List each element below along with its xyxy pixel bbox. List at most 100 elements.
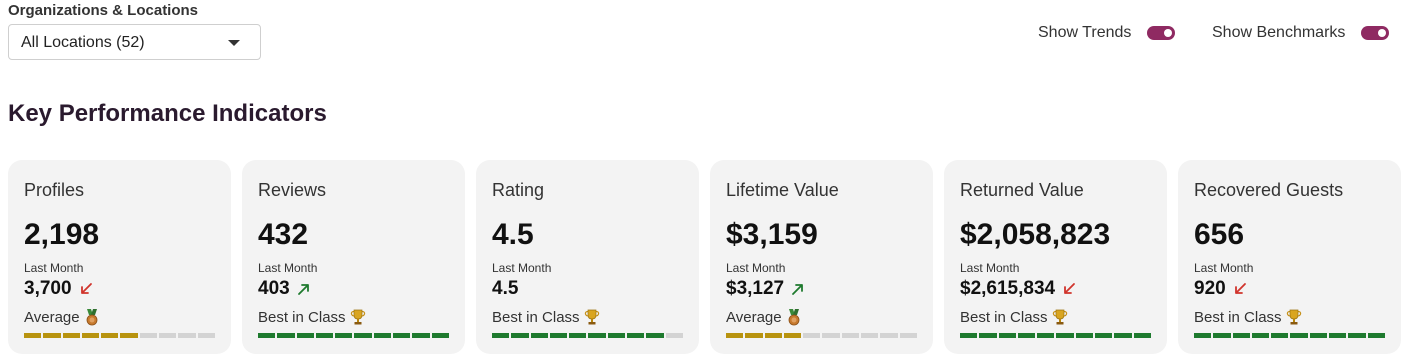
kpi-card: Rating 4.5 Last Month 4.5 Best in Class: [476, 160, 699, 354]
progress-segment: [588, 333, 606, 338]
benchmark-row: Best in Class: [492, 308, 600, 326]
benchmark-label: Best in Class: [492, 308, 580, 326]
progress-segment: [646, 333, 664, 338]
progress-segment: [745, 333, 763, 338]
progress-segment: [354, 333, 372, 338]
last-month-row: $3,127: [726, 278, 806, 300]
progress-segment: [1309, 333, 1328, 338]
kpi-card-title: Profiles: [24, 180, 85, 200]
progress-segment: [627, 333, 645, 338]
trophy-icon: [1052, 309, 1067, 325]
progress-segment: [1232, 333, 1250, 338]
show-trends-toggle[interactable]: [1147, 26, 1176, 40]
progress-segment: [511, 333, 529, 338]
trend-up-arrow-icon: [297, 284, 309, 295]
benchmark-label: Average: [24, 308, 80, 326]
progress-segment: [24, 333, 42, 338]
progress-segment: [43, 333, 61, 338]
progress-segment: [315, 333, 334, 338]
progress-segment: [783, 333, 802, 338]
trend-down-arrow-icon: [80, 283, 92, 294]
section-title: Key Performance Indicators: [8, 100, 327, 127]
progress-segment: [197, 333, 215, 338]
benchmark-progress-bar: [1194, 333, 1385, 338]
benchmark-progress-bar: [960, 333, 1151, 338]
kpi-card-value: 2,198: [24, 218, 100, 251]
progress-segment: [841, 333, 860, 338]
progress-segment: [492, 333, 510, 338]
last-month-value: 403: [258, 278, 290, 299]
progress-segment: [1367, 333, 1385, 338]
kpi-card-title: Returned Value: [960, 180, 1084, 200]
progress-segment: [569, 333, 587, 338]
filter-label: Organizations & Locations: [8, 2, 199, 19]
show-trends-label: Show Trends: [1038, 24, 1132, 41]
kpi-card-value: $2,058,823: [960, 218, 1111, 251]
kpi-card: Reviews 432 Last Month 403 Best in Class: [242, 160, 465, 354]
progress-segment: [530, 333, 548, 338]
kpi-card: Profiles 2,198 Last Month 3,700 Average: [8, 160, 231, 354]
last-month-label: Last Month: [24, 261, 84, 275]
progress-segment: [764, 333, 782, 338]
show-benchmarks-label: Show Benchmarks: [1212, 24, 1346, 41]
toggle-knob: [1164, 29, 1173, 37]
progress-segment: [803, 333, 821, 338]
progress-segment: [1290, 333, 1308, 338]
kpi-card: Lifetime Value $3,159 Last Month $3,127 Aver…: [710, 160, 933, 354]
last-month-row: 4.5: [492, 278, 518, 300]
benchmark-row: Best in Class: [258, 308, 366, 326]
progress-segment: [899, 333, 917, 338]
show-benchmarks-toggle-group[interactable]: Show Benchmarks: [1212, 22, 1390, 44]
benchmark-row: Best in Class: [960, 308, 1068, 326]
progress-segment: [998, 333, 1016, 338]
benchmark-progress-bar: [492, 333, 683, 338]
show-benchmarks-toggle[interactable]: [1361, 26, 1390, 40]
progress-segment: [1251, 333, 1270, 338]
progress-segment: [1348, 333, 1366, 338]
progress-segment: [1095, 333, 1113, 338]
progress-segment: [822, 333, 840, 338]
trophy-icon: [1286, 309, 1301, 325]
benchmark-row: Average: [24, 308, 100, 326]
kpi-card-title: Lifetime Value: [726, 180, 839, 200]
kpi-card-title: Recovered Guests: [1194, 180, 1344, 200]
progress-segment: [607, 333, 626, 338]
progress-segment: [139, 333, 158, 338]
kpi-card-value: 656: [1194, 218, 1245, 251]
last-month-value: 3,700: [24, 278, 72, 299]
last-month-row: 403: [258, 278, 312, 300]
progress-segment: [412, 333, 430, 338]
last-month-value: $2,615,834: [960, 278, 1056, 299]
progress-segment: [258, 333, 276, 338]
progress-segment: [1017, 333, 1036, 338]
benchmark-progress-bar: [24, 333, 215, 338]
benchmark-label: Best in Class: [1194, 308, 1282, 326]
progress-segment: [1114, 333, 1132, 338]
progress-segment: [277, 333, 295, 338]
show-trends-toggle-group[interactable]: Show Trends: [1038, 22, 1176, 44]
kpi-cards: Profiles 2,198 Last Month 3,700 Average Revie…: [8, 160, 1401, 354]
progress-segment: [101, 333, 119, 338]
progress-segment: [861, 333, 879, 338]
location-select[interactable]: All Locations (52): [8, 24, 261, 60]
trend-down-arrow-icon: [1234, 283, 1246, 294]
last-month-value: 920: [1194, 278, 1226, 299]
progress-segment: [1037, 333, 1055, 338]
kpi-card: Returned Value $2,058,823 Last Month $2,615…: [944, 160, 1167, 354]
progress-segment: [726, 333, 744, 338]
last-month-row: $2,615,834: [960, 278, 1077, 300]
kpi-card-title: Reviews: [258, 180, 327, 200]
progress-segment: [159, 333, 177, 338]
progress-segment: [549, 333, 568, 338]
trophy-icon: [584, 309, 599, 325]
location-select-value: All Locations (52): [21, 34, 145, 51]
trophy-icon: [350, 309, 365, 325]
progress-segment: [960, 333, 978, 338]
kpi-card-value: 432: [258, 218, 309, 251]
last-month-row: 3,700: [24, 278, 94, 300]
progress-segment: [979, 333, 997, 338]
progress-segment: [335, 333, 353, 338]
toggle-knob: [1378, 29, 1387, 37]
progress-segment: [1056, 333, 1074, 338]
progress-segment: [1271, 333, 1289, 338]
